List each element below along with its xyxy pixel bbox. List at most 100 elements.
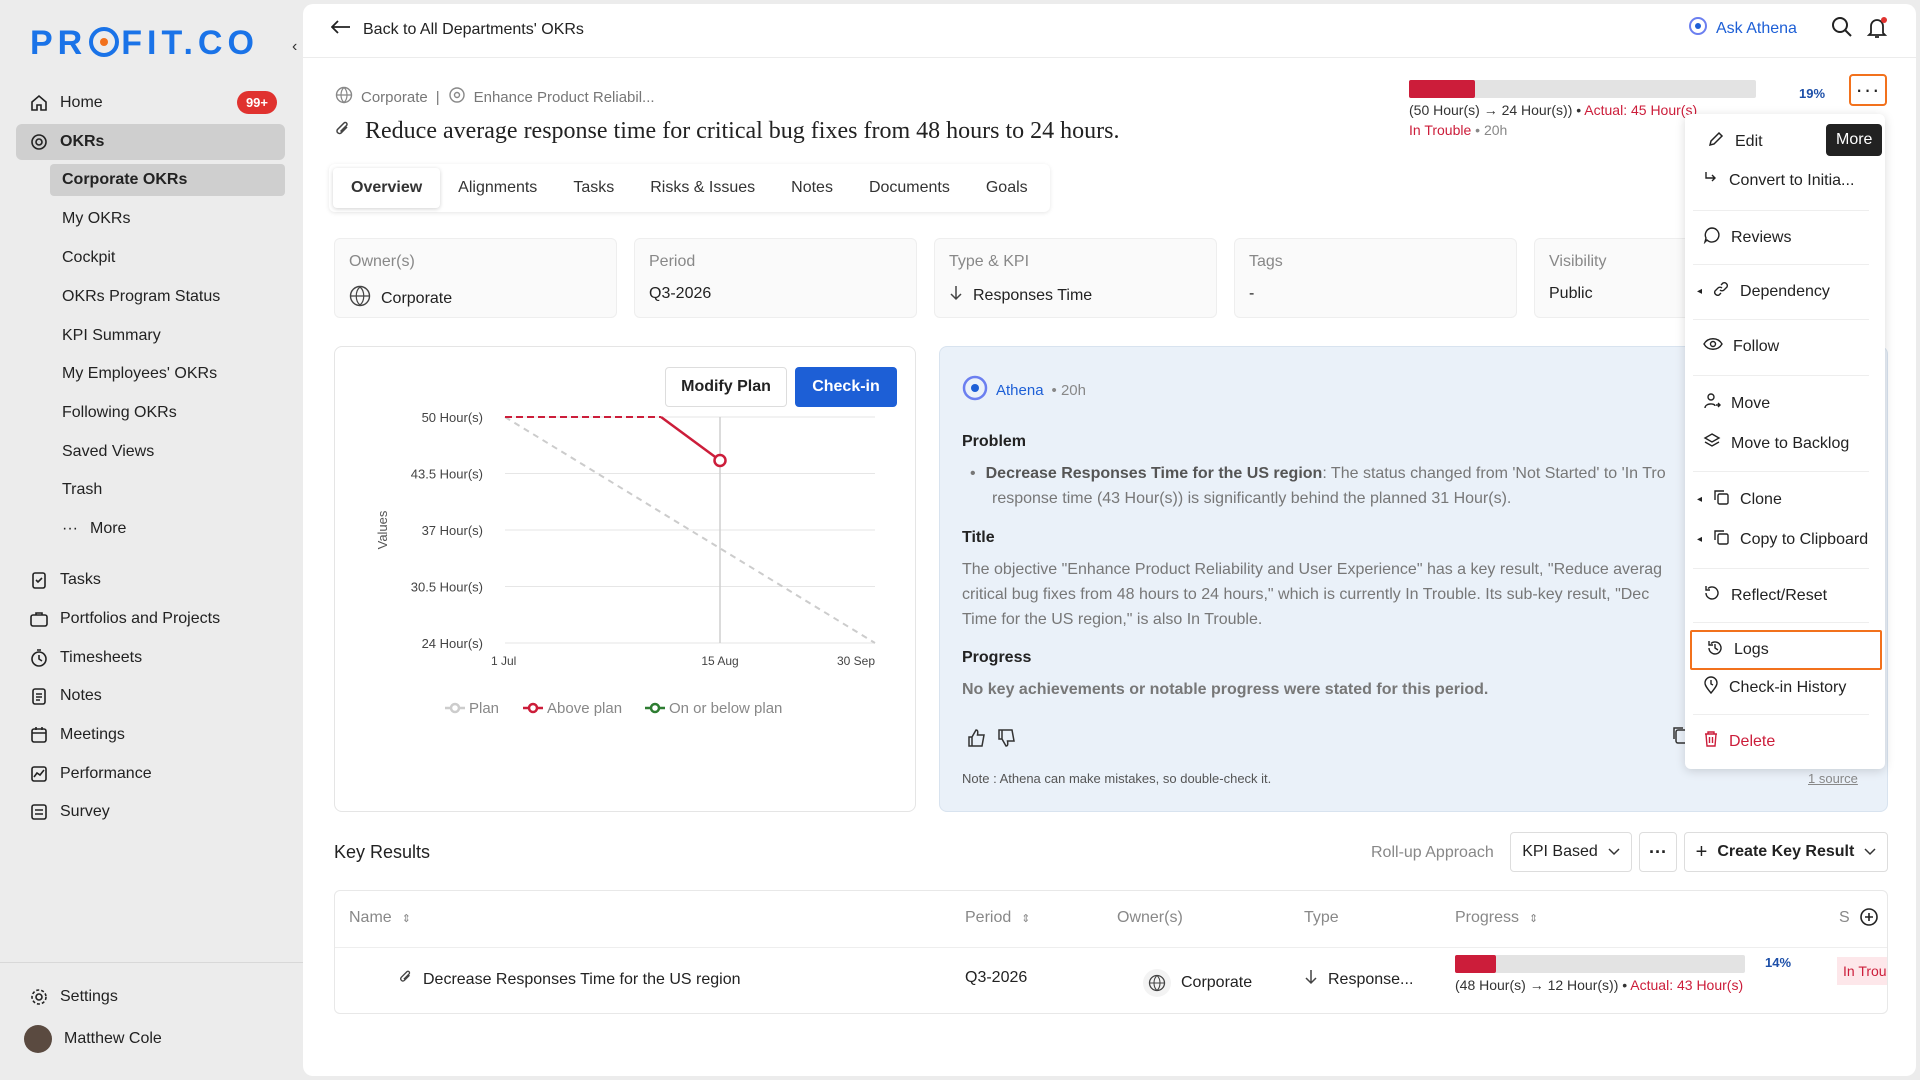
kr-row-name[interactable]: Decrease Responses Time for the US regio… xyxy=(399,969,740,990)
info-value: Responses Time xyxy=(973,286,1093,304)
info-value: Public xyxy=(1549,285,1593,302)
menu-item-follow[interactable]: Follow xyxy=(1703,336,1779,357)
sidebar-item-label: Timesheets xyxy=(60,649,143,666)
portfolio-icon xyxy=(28,608,50,630)
submenu-caret-icon: ◂ xyxy=(1697,494,1703,505)
source-link[interactable]: 1 source xyxy=(1808,771,1858,786)
more-options-button[interactable]: ··· xyxy=(1849,74,1887,106)
tab-bar: Overview Alignments Tasks Risks & Issues… xyxy=(329,164,1050,212)
sidebar-sub-program-status[interactable]: OKRs Program Status xyxy=(50,281,285,313)
menu-item-delete[interactable]: Delete xyxy=(1703,730,1775,753)
menu-item-checkin-history[interactable]: Check-in History xyxy=(1703,676,1846,699)
calendar-icon xyxy=(28,724,50,746)
more-tooltip: More xyxy=(1826,124,1883,156)
survey-icon xyxy=(28,801,50,823)
legend-marker-dot xyxy=(449,702,461,714)
collapse-sidebar-icon[interactable]: ‹ xyxy=(292,38,297,56)
problem-subject: Decrease Responses Time for the US regio… xyxy=(985,465,1323,482)
add-column-icon[interactable] xyxy=(1859,907,1879,932)
sidebar-sub-saved-views[interactable]: Saved Views xyxy=(50,436,285,468)
tab-overview[interactable]: Overview xyxy=(333,168,440,208)
tab-documents[interactable]: Documents xyxy=(851,168,968,208)
sidebar-sub-employees-okrs[interactable]: My Employees' OKRs xyxy=(50,358,285,390)
tab-tasks[interactable]: Tasks xyxy=(555,168,632,208)
tab-risks-issues[interactable]: Risks & Issues xyxy=(632,168,773,208)
rollup-dropdown[interactable]: KPI Based xyxy=(1510,832,1632,872)
more-options-menu: Edit Convert to Initia... Reviews ◂ Depe… xyxy=(1685,114,1885,769)
sidebar-item-settings[interactable]: Settings xyxy=(16,979,285,1015)
menu-item-reflect-reset[interactable]: Reflect/Reset xyxy=(1703,584,1827,607)
menu-item-convert[interactable]: Convert to Initia... xyxy=(1703,170,1854,191)
tab-alignments[interactable]: Alignments xyxy=(440,168,555,208)
logo-target-icon xyxy=(89,27,120,57)
sidebar-item-label: Portfolios and Projects xyxy=(60,610,221,627)
breadcrumb-corporate[interactable]: Corporate xyxy=(361,89,428,106)
sidebar-sub-label: Corporate OKRs xyxy=(62,171,188,188)
sidebar-item-timesheets[interactable]: Timesheets xyxy=(16,640,285,676)
tab-notes[interactable]: Notes xyxy=(773,168,851,208)
kr-more-button[interactable]: ··· xyxy=(1639,832,1677,872)
sidebar-sub-corporate-okrs[interactable]: Corporate OKRs xyxy=(50,164,285,196)
sidebar-item-performance[interactable]: Performance xyxy=(16,756,285,792)
sidebar-sub-trash[interactable]: Trash xyxy=(50,474,285,506)
menu-item-copy-clipboard[interactable]: ◂ Copy to Clipboard xyxy=(1697,528,1868,551)
sidebar-sub-kpi-summary[interactable]: KPI Summary xyxy=(50,320,285,352)
sort-icon: ⇕ xyxy=(1529,912,1539,925)
sidebar-item-survey[interactable]: Survey xyxy=(16,794,285,830)
create-key-result-button[interactable]: + Create Key Result xyxy=(1684,832,1888,872)
sidebar: PR FIT.CO ‹ Home 99+ OKRs Corporate OKRs … xyxy=(0,0,303,1080)
sidebar-item-home[interactable]: Home 99+ xyxy=(16,85,285,121)
sidebar-sub-more[interactable]: ··· More xyxy=(50,513,285,545)
athena-age: • 20h xyxy=(1051,381,1086,399)
profit-logo[interactable]: PR FIT.CO xyxy=(30,24,259,63)
paperclip-icon xyxy=(399,969,413,990)
menu-divider xyxy=(1693,568,1869,569)
ellipsis-icon: ··· xyxy=(62,520,78,537)
sidebar-item-label: OKRs xyxy=(60,133,105,150)
x-tick-label: 1 Jul xyxy=(491,654,516,668)
ask-athena-button[interactable]: Ask Athena xyxy=(1688,16,1797,41)
bell-icon[interactable] xyxy=(1865,16,1889,45)
legend-label: Plan xyxy=(469,700,499,717)
menu-item-move[interactable]: Move xyxy=(1703,392,1770,415)
sidebar-item-portfolios[interactable]: Portfolios and Projects xyxy=(16,601,285,637)
notification-badge: 99+ xyxy=(236,91,277,114)
menu-divider xyxy=(1693,714,1869,715)
x-tick-label: 30 Sep xyxy=(837,654,875,668)
tab-goals[interactable]: Goals xyxy=(968,168,1046,208)
sidebar-item-notes[interactable]: Notes xyxy=(16,678,285,714)
user-profile[interactable]: Matthew Cole xyxy=(12,1021,281,1057)
menu-item-logs[interactable]: Logs xyxy=(1690,630,1882,670)
column-progress[interactable]: Progress ⇕ xyxy=(1455,909,1538,927)
sidebar-item-okrs[interactable]: OKRs xyxy=(16,124,285,160)
search-icon[interactable] xyxy=(1831,16,1853,43)
ellipsis-icon: ··· xyxy=(1649,841,1667,862)
sidebar-item-tasks[interactable]: Tasks xyxy=(16,562,285,598)
thumbs-down-icon[interactable] xyxy=(996,727,1018,754)
thumbs-up-icon[interactable] xyxy=(966,727,988,754)
column-period[interactable]: Period ⇕ xyxy=(965,909,1030,927)
sidebar-item-meetings[interactable]: Meetings xyxy=(16,717,285,753)
back-link[interactable]: Back to All Departments' OKRs xyxy=(330,20,584,39)
sidebar-sub-following-okrs[interactable]: Following OKRs xyxy=(50,397,285,429)
kr-progress-percent: 14% xyxy=(1765,955,1792,970)
kr-progress-meta: (48 Hour(s) → 12 Hour(s)) • Actual: 43 H… xyxy=(1455,977,1744,993)
legend-label: On or below plan xyxy=(669,700,782,717)
sidebar-sub-cockpit[interactable]: Cockpit xyxy=(50,242,285,274)
menu-item-dependency[interactable]: ◂ Dependency xyxy=(1697,280,1830,303)
progress-actual: Actual: 45 Hour(s) xyxy=(1584,102,1698,118)
button-label: Create Key Result xyxy=(1717,843,1855,860)
menu-item-reviews[interactable]: Reviews xyxy=(1703,226,1791,249)
column-name[interactable]: Name ⇕ xyxy=(349,909,411,927)
menu-item-label: Check-in History xyxy=(1729,678,1847,696)
progress-percent: 19% xyxy=(1799,86,1826,101)
sidebar-sub-my-okrs[interactable]: My OKRs xyxy=(50,203,285,235)
kr-period: Q3-2026 xyxy=(965,969,1028,986)
menu-item-clone[interactable]: ◂ Clone xyxy=(1697,488,1782,511)
menu-divider xyxy=(1693,375,1869,376)
menu-item-edit[interactable]: Edit xyxy=(1707,130,1763,153)
menu-item-move-backlog[interactable]: Move to Backlog xyxy=(1703,432,1849,455)
legend-label: Above plan xyxy=(547,700,622,717)
breadcrumb-objective[interactable]: Enhance Product Reliabil... xyxy=(474,89,655,106)
info-label: Tags xyxy=(1249,253,1283,270)
